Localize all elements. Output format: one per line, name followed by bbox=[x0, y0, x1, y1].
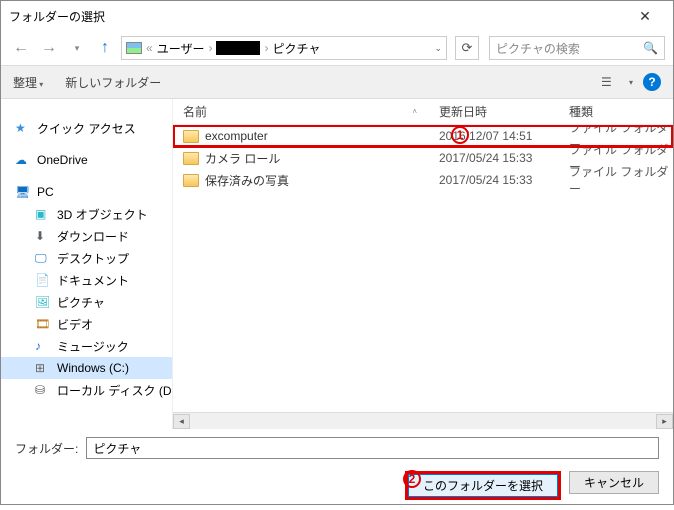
list-pane: 名前 ˄ 更新日時 種類 1 excomputer2016/12/07 14:5… bbox=[173, 99, 673, 429]
search-input[interactable]: ピクチャの検索 🔍 bbox=[489, 36, 665, 60]
cloud-icon: ☁ bbox=[15, 153, 31, 167]
back-button[interactable]: ← bbox=[9, 36, 33, 60]
file-date: 2017/05/24 15:33 bbox=[429, 173, 559, 187]
cancel-button[interactable]: キャンセル bbox=[569, 471, 659, 494]
nav-tree[interactable]: ★ クイック アクセス ☁ OneDrive 🖥 PC ▣ 3D オブジェクト ⬇ ダウンロード 🖵… bbox=[1, 99, 173, 429]
up-button[interactable]: ↑ bbox=[93, 36, 117, 60]
breadcrumb-redacted bbox=[216, 41, 260, 55]
tree-node-label: ビデオ bbox=[57, 316, 93, 333]
breadcrumb-part[interactable]: ピクチャ bbox=[272, 40, 320, 57]
tree-node[interactable]: ⊞ Windows (C:) bbox=[1, 357, 172, 379]
titlebar: フォルダーの選択 ✕ bbox=[1, 1, 673, 31]
download-icon: ⬇ bbox=[35, 229, 51, 243]
tree-node[interactable]: 📄 ドキュメント bbox=[1, 269, 172, 291]
file-date: 2017/05/24 15:33 bbox=[429, 151, 559, 165]
chevron-down-icon[interactable]: ⌄ bbox=[434, 43, 442, 54]
tree-node[interactable]: 🖥 PC bbox=[1, 181, 172, 203]
sort-asc-icon: ˄ bbox=[412, 107, 417, 116]
file-name: excomputer bbox=[205, 129, 268, 143]
window-title: フォルダーの選択 bbox=[9, 8, 625, 25]
tree-node[interactable]: ⛁ ローカル ディスク (D bbox=[1, 379, 172, 401]
file-type: ファイル フォルダー bbox=[559, 163, 673, 197]
folder-icon bbox=[183, 174, 199, 187]
navbar: ← → ▾ ↑ « ユーザー › › ピクチャ ⌄ ⟳ ピクチャの検索 🔍 bbox=[1, 31, 673, 65]
win-icon: ⊞ bbox=[35, 361, 51, 375]
tree-node-label: 3D オブジェクト bbox=[57, 206, 148, 223]
folder-icon bbox=[183, 130, 199, 143]
new-folder-button[interactable]: 新しいフォルダー bbox=[65, 74, 161, 91]
folder-icon bbox=[183, 152, 199, 165]
scroll-right-button[interactable]: ▸ bbox=[656, 414, 673, 429]
column-header-row: 名前 ˄ 更新日時 種類 bbox=[173, 99, 673, 125]
tree-node[interactable]: 🖼 ピクチャ bbox=[1, 291, 172, 313]
music-icon: ♪ bbox=[35, 339, 51, 353]
recent-dropdown-icon[interactable]: ▾ bbox=[65, 36, 89, 60]
search-placeholder: ピクチャの検索 bbox=[496, 40, 580, 57]
tree-node-label: デスクトップ bbox=[57, 250, 129, 267]
breadcrumb-part[interactable]: ユーザー bbox=[157, 40, 205, 57]
file-list[interactable]: 1 excomputer2016/12/07 14:51ファイル フォルダーカメ… bbox=[173, 125, 673, 412]
tree-node-label: ローカル ディスク (D bbox=[57, 382, 172, 399]
tree-node[interactable]: ♪ ミュージック bbox=[1, 335, 172, 357]
obj3d-icon: ▣ bbox=[35, 207, 51, 221]
pc-icon: 🖥 bbox=[15, 185, 31, 199]
search-icon[interactable]: 🔍 bbox=[643, 41, 658, 55]
tree-node-label: クイック アクセス bbox=[37, 120, 136, 137]
dialog-buttons: 2 このフォルダーを選択 キャンセル bbox=[1, 467, 673, 510]
tree-node-label: PC bbox=[37, 185, 54, 199]
tree-node[interactable]: 🎞 ビデオ bbox=[1, 313, 172, 335]
desktop-icon: 🖵 bbox=[35, 251, 51, 265]
column-header-date[interactable]: 更新日時 bbox=[429, 103, 559, 120]
view-options-button[interactable] bbox=[601, 75, 619, 89]
tree-node[interactable]: ⬇ ダウンロード bbox=[1, 225, 172, 247]
tree-node[interactable]: 🖵 デスクトップ bbox=[1, 247, 172, 269]
file-name: カメラ ロール bbox=[205, 150, 280, 167]
address-bar[interactable]: « ユーザー › › ピクチャ ⌄ bbox=[121, 36, 447, 60]
table-row[interactable]: 保存済みの写真2017/05/24 15:33ファイル フォルダー bbox=[173, 169, 673, 191]
chevron-down-icon[interactable]: ▾ bbox=[629, 78, 633, 87]
tree-node-label: ピクチャ bbox=[57, 294, 105, 311]
doc-icon: 📄 bbox=[35, 273, 51, 287]
file-date: 2016/12/07 14:51 bbox=[429, 129, 559, 143]
main-area: ★ クイック アクセス ☁ OneDrive 🖥 PC ▣ 3D オブジェクト ⬇ ダウンロード 🖵… bbox=[1, 99, 673, 429]
help-icon[interactable]: ? bbox=[643, 73, 661, 91]
close-icon[interactable]: ✕ bbox=[625, 8, 665, 25]
breadcrumb-sep: « bbox=[146, 41, 153, 55]
vid-icon: 🎞 bbox=[35, 317, 51, 331]
folder-name-row: フォルダー: bbox=[1, 429, 673, 467]
organize-menu[interactable]: 整理 bbox=[13, 74, 43, 91]
select-button-highlight: このフォルダーを選択 bbox=[405, 471, 561, 500]
tree-node-label: ドキュメント bbox=[57, 272, 129, 289]
column-header-type[interactable]: 種類 bbox=[559, 103, 673, 120]
horizontal-scrollbar[interactable]: ◂ ▸ bbox=[173, 412, 673, 429]
tree-node-label: Windows (C:) bbox=[57, 361, 129, 375]
tree-node-label: OneDrive bbox=[37, 153, 88, 167]
scroll-left-button[interactable]: ◂ bbox=[173, 414, 190, 429]
folder-name-input[interactable] bbox=[86, 437, 659, 459]
disk-icon: ⛁ bbox=[35, 383, 51, 397]
tree-node[interactable]: ▣ 3D オブジェクト bbox=[1, 203, 172, 225]
tree-node[interactable]: ☁ OneDrive bbox=[1, 149, 172, 171]
select-folder-button[interactable]: このフォルダーを選択 bbox=[408, 474, 558, 497]
tree-node-label: ミュージック bbox=[57, 338, 129, 355]
tree-node-label: ダウンロード bbox=[57, 228, 129, 245]
folder-label: フォルダー: bbox=[15, 440, 78, 457]
forward-button: → bbox=[37, 36, 61, 60]
breadcrumb-sep: › bbox=[264, 41, 268, 55]
refresh-button[interactable]: ⟳ bbox=[455, 36, 479, 60]
file-name: 保存済みの写真 bbox=[205, 172, 289, 189]
column-header-name[interactable]: 名前 ˄ bbox=[173, 103, 429, 120]
pic-icon: 🖼 bbox=[35, 295, 51, 309]
tree-node[interactable]: ★ クイック アクセス bbox=[1, 117, 172, 139]
toolbar: 整理 新しいフォルダー ▾ ? bbox=[1, 65, 673, 99]
breadcrumb-sep: › bbox=[208, 41, 212, 55]
star-icon: ★ bbox=[15, 121, 31, 135]
location-icon bbox=[126, 42, 142, 54]
